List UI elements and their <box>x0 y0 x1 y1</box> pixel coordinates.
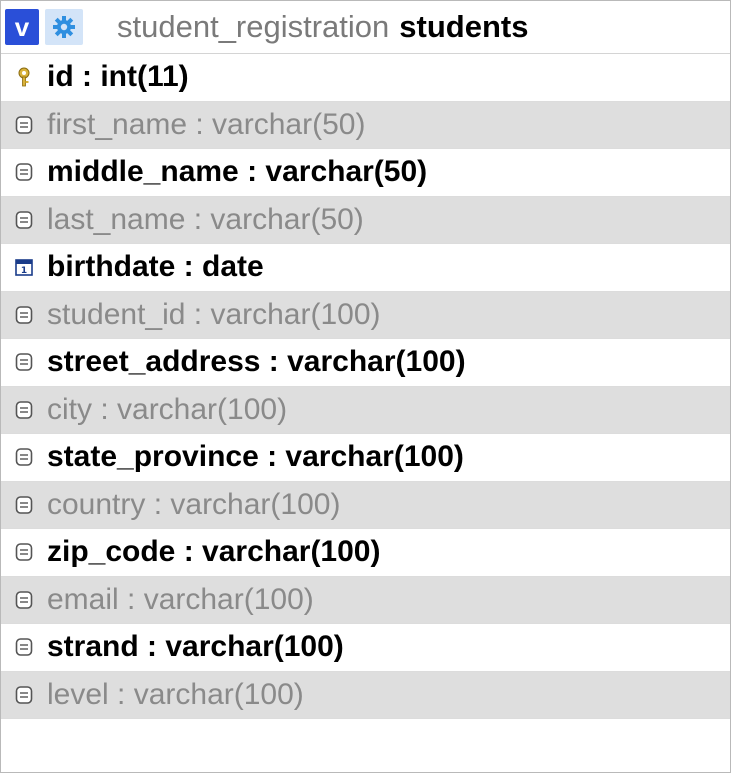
column-row[interactable]: student_id : varchar(100) <box>1 291 730 339</box>
table-header: v student_registration students <box>1 1 730 54</box>
column-label: id : int(11) <box>47 60 189 94</box>
column-row[interactable]: level : varchar(100) <box>1 671 730 719</box>
column-row[interactable]: city : varchar(100) <box>1 386 730 434</box>
column-label: level : varchar(100) <box>47 677 304 711</box>
column-row[interactable]: id : int(11) <box>1 54 730 102</box>
text-column-icon <box>13 304 35 326</box>
column-row[interactable]: zip_code : varchar(100) <box>1 529 730 577</box>
column-label: city : varchar(100) <box>47 392 288 426</box>
column-list: id : int(11) first_name : varchar(50) mi… <box>1 54 730 719</box>
column-label: email : varchar(100) <box>47 582 314 616</box>
text-column-icon <box>13 446 35 468</box>
table-options-button[interactable] <box>45 9 83 45</box>
text-column-icon <box>13 209 35 231</box>
text-column-icon <box>13 161 35 183</box>
column-row[interactable]: strand : varchar(100) <box>1 624 730 672</box>
primary-key-icon <box>13 66 35 88</box>
text-column-icon <box>13 494 35 516</box>
text-column-icon <box>13 636 35 658</box>
column-label: state_province : varchar(100) <box>47 440 464 474</box>
svg-text:1: 1 <box>21 266 27 276</box>
column-row[interactable]: first_name : varchar(50) <box>1 101 730 149</box>
column-label: street_address : varchar(100) <box>47 345 466 379</box>
text-column-icon <box>13 114 35 136</box>
column-row[interactable]: email : varchar(100) <box>1 576 730 624</box>
table-name[interactable]: students <box>399 9 528 45</box>
column-row[interactable]: 1 birthdate : date <box>1 244 730 292</box>
column-label: middle_name : varchar(50) <box>47 155 428 189</box>
column-row[interactable]: country : varchar(100) <box>1 481 730 529</box>
column-row[interactable]: state_province : varchar(100) <box>1 434 730 482</box>
column-label: strand : varchar(100) <box>47 630 344 664</box>
column-label: last_name : varchar(50) <box>47 202 364 236</box>
toggle-columns-button[interactable]: v <box>5 9 39 45</box>
text-column-icon <box>13 541 35 563</box>
column-row[interactable]: last_name : varchar(50) <box>1 196 730 244</box>
text-column-icon <box>13 351 35 373</box>
column-label: student_id : varchar(100) <box>47 297 381 331</box>
column-row[interactable]: middle_name : varchar(50) <box>1 149 730 197</box>
text-column-icon <box>13 589 35 611</box>
column-row[interactable]: street_address : varchar(100) <box>1 339 730 387</box>
text-column-icon <box>13 684 35 706</box>
gear-icon <box>53 16 75 38</box>
database-name: student_registration <box>117 9 390 44</box>
column-label: first_name : varchar(50) <box>47 107 366 141</box>
column-label: zip_code : varchar(100) <box>47 535 381 569</box>
column-label: country : varchar(100) <box>47 487 341 521</box>
toggle-label: v <box>14 11 30 42</box>
date-column-icon: 1 <box>13 256 35 278</box>
text-column-icon <box>13 399 35 421</box>
table-designer-box[interactable]: v student_registration students id: int… <box>0 0 731 773</box>
column-label: birthdate : date <box>47 250 264 284</box>
